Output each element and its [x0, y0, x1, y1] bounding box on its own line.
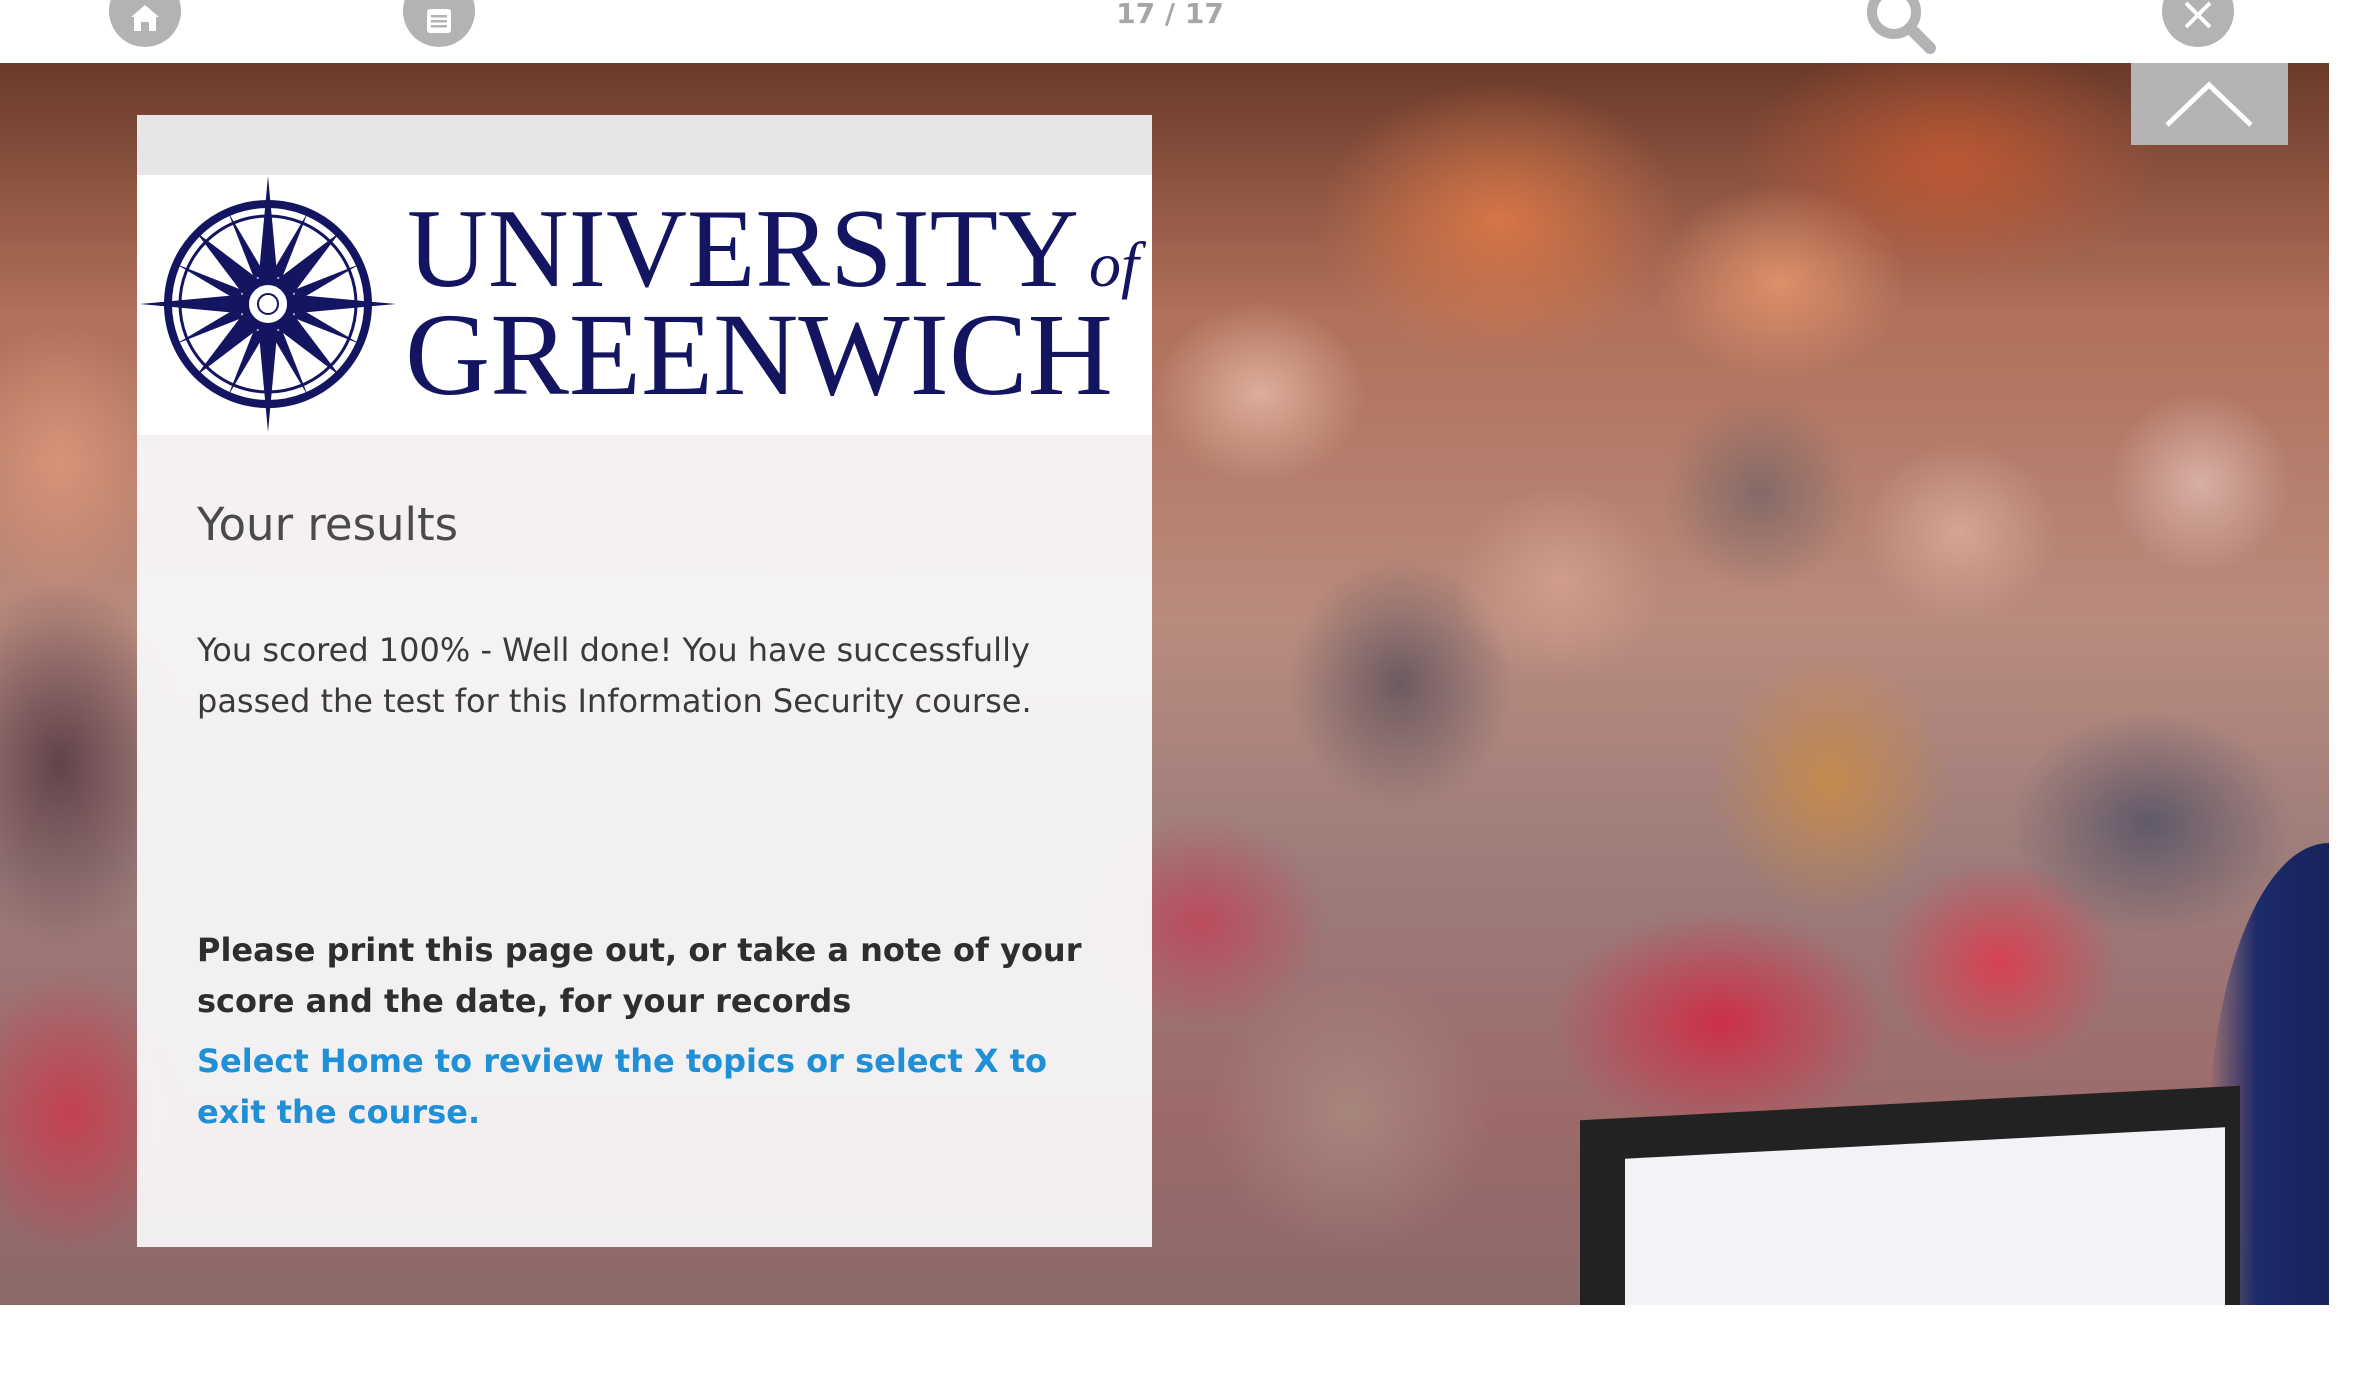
results-card: UNIVERSITY of GREENWICH Your results You … — [137, 115, 1152, 1247]
scroll-to-top-button[interactable] — [2131, 63, 2288, 145]
close-icon — [2184, 1, 2212, 29]
menu-button[interactable] — [403, 0, 475, 47]
compass-rose-icon — [140, 176, 396, 432]
score-message: You scored 100% - Well done! You have su… — [197, 631, 1032, 720]
logo-wordmark-line2: GREENWICH — [405, 289, 1113, 420]
search-icon — [1867, 0, 1936, 54]
home-button[interactable] — [109, 0, 181, 47]
close-button[interactable] — [2162, 0, 2234, 47]
print-instruction: Please print this page out, or take a no… — [197, 931, 1082, 1020]
search-button[interactable] — [1858, 0, 1942, 58]
home-icon — [131, 5, 159, 31]
results-heading: Your results — [197, 498, 459, 551]
slide-stage: UNIVERSITY of GREENWICH Your results You … — [0, 63, 2329, 1305]
page-counter: 17 / 17 — [1116, 0, 1224, 30]
chevron-up-icon — [2165, 81, 2253, 127]
list-icon — [427, 9, 451, 33]
university-logo: UNIVERSITY of GREENWICH — [137, 175, 1152, 435]
top-toolbar: 17 / 17 — [0, 0, 2360, 63]
course-page: 17 / 17 UNIVERSITY of GREENWICH Your res… — [0, 0, 2360, 1383]
card-header-strip — [137, 115, 1152, 175]
home-or-exit-link[interactable]: Select Home to review the topics or sele… — [197, 1036, 1097, 1138]
background-laptop-screen — [1625, 1127, 2225, 1305]
